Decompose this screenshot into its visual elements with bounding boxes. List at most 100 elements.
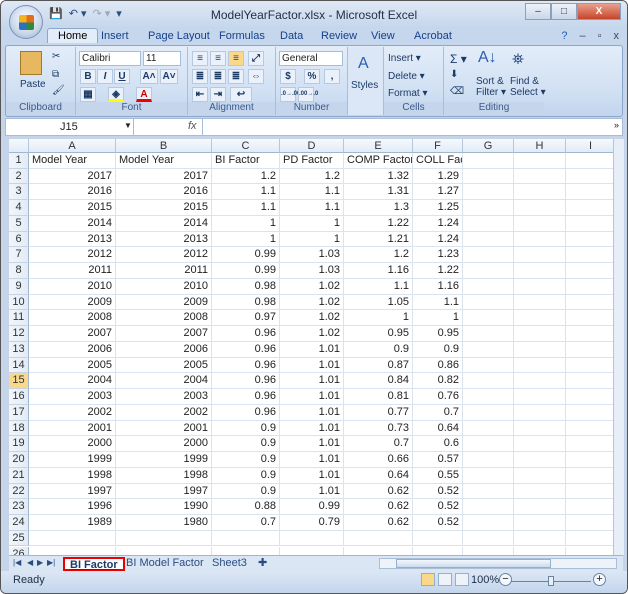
- cell-E3[interactable]: 1.31: [344, 184, 413, 201]
- tab-home[interactable]: Home: [47, 28, 99, 43]
- column-header-A[interactable]: A: [29, 139, 116, 153]
- cell-F14[interactable]: 0.86: [413, 357, 463, 374]
- cell-E19[interactable]: 0.7: [344, 436, 413, 453]
- cell-I5[interactable]: [566, 216, 613, 232]
- cell-G7[interactable]: [463, 247, 514, 264]
- cell-G6[interactable]: [463, 231, 514, 248]
- cell-H13[interactable]: [514, 341, 566, 358]
- cell-H7[interactable]: [514, 247, 566, 264]
- cell-A12[interactable]: 2007: [29, 326, 116, 342]
- cell-E8[interactable]: 1.16: [344, 263, 413, 279]
- cell-G24[interactable]: [463, 515, 514, 531]
- row-header[interactable]: 7: [9, 247, 29, 264]
- cell-E25[interactable]: [344, 530, 413, 547]
- cell-E20[interactable]: 0.66: [344, 452, 413, 468]
- percent-button[interactable]: %: [304, 69, 320, 84]
- cell-I15[interactable]: [566, 373, 613, 390]
- cell-G2[interactable]: [463, 168, 514, 185]
- cell-E12[interactable]: 0.95: [344, 326, 413, 342]
- format-painter-icon[interactable]: 🖌: [52, 85, 65, 96]
- cell-B25[interactable]: [116, 530, 212, 547]
- cell-G21[interactable]: [463, 467, 514, 484]
- cell-H8[interactable]: [514, 263, 566, 279]
- cell-I8[interactable]: [566, 263, 613, 279]
- cell-D4[interactable]: 1.1: [280, 200, 344, 216]
- cell-G8[interactable]: [463, 263, 514, 279]
- align-right-icon[interactable]: ≣: [228, 69, 244, 84]
- cell-H25[interactable]: [514, 530, 566, 547]
- cell-D3[interactable]: 1.1: [280, 184, 344, 201]
- cell-B3[interactable]: 2016: [116, 184, 212, 201]
- cell-I20[interactable]: [566, 452, 613, 468]
- cell-B10[interactable]: 2009: [116, 294, 212, 311]
- cell-D16[interactable]: 1.01: [280, 389, 344, 405]
- cell-A20[interactable]: 1999: [29, 452, 116, 468]
- cell-B7[interactable]: 2012: [116, 247, 212, 264]
- align-bottom-icon[interactable]: ≡: [228, 51, 244, 66]
- copy-icon[interactable]: ⧉: [52, 69, 59, 80]
- cell-H23[interactable]: [514, 499, 566, 515]
- cell-C20[interactable]: 0.9: [212, 452, 280, 468]
- cell-C26[interactable]: [212, 546, 280, 555]
- cell-C12[interactable]: 0.96: [212, 326, 280, 342]
- row-header[interactable]: 8: [9, 263, 29, 279]
- cell-H15[interactable]: [514, 373, 566, 390]
- cell-C2[interactable]: 1.2: [212, 168, 280, 185]
- cell-B9[interactable]: 2010: [116, 278, 212, 295]
- comma-button[interactable]: ,: [324, 69, 340, 84]
- row-header[interactable]: 6: [9, 231, 29, 248]
- clear-icon[interactable]: ⌫: [450, 86, 464, 97]
- cell-E7[interactable]: 1.2: [344, 247, 413, 264]
- prev-sheet-icon[interactable]: ◀: [27, 558, 33, 567]
- insert-function-button[interactable]: fx: [188, 120, 197, 132]
- cell-C15[interactable]: 0.96: [212, 373, 280, 390]
- cell-B13[interactable]: 2006: [116, 341, 212, 358]
- font-color-button[interactable]: A: [136, 87, 152, 102]
- cell-B19[interactable]: 2000: [116, 436, 212, 453]
- cell-G5[interactable]: [463, 215, 514, 232]
- sheet-tab-sheet3[interactable]: Sheet3: [207, 557, 252, 571]
- column-title-cell[interactable]: BI Factor: [212, 153, 280, 169]
- tab-review[interactable]: Review: [321, 30, 357, 42]
- styles-button[interactable]: Styles: [351, 80, 378, 91]
- cell-B12[interactable]: 2007: [116, 326, 212, 342]
- cell-A11[interactable]: 2008: [29, 310, 116, 327]
- column-title-cell[interactable]: PD Factor: [280, 153, 344, 169]
- cell-A6[interactable]: 2013: [29, 231, 116, 248]
- cell-A8[interactable]: 2011: [29, 263, 116, 279]
- merge-center-icon[interactable]: ⇔: [248, 69, 264, 84]
- cell-A24[interactable]: 1989: [29, 515, 116, 531]
- cell-G12[interactable]: [463, 326, 514, 342]
- column-header-F[interactable]: F: [413, 139, 463, 153]
- select-all-corner[interactable]: [9, 139, 29, 153]
- cell-E11[interactable]: 1: [344, 310, 413, 327]
- cell-D22[interactable]: 1.01: [280, 483, 344, 500]
- cell-H16[interactable]: [514, 389, 566, 405]
- vertical-scrollbar[interactable]: [613, 139, 624, 555]
- row-header[interactable]: 4: [9, 200, 29, 216]
- italic-button[interactable]: I: [97, 69, 113, 84]
- ribbon-minimize-icon[interactable]: –: [579, 30, 585, 42]
- formula-input[interactable]: [202, 119, 608, 135]
- cell-I1[interactable]: [566, 153, 613, 169]
- borders-icon[interactable]: ▦: [80, 87, 96, 102]
- row-header[interactable]: 18: [9, 420, 29, 437]
- paste-button[interactable]: Paste: [20, 79, 46, 90]
- column-header-H[interactable]: H: [514, 139, 566, 153]
- cell-E5[interactable]: 1.22: [344, 215, 413, 232]
- column-header-C[interactable]: C: [212, 139, 280, 153]
- cell-C22[interactable]: 0.9: [212, 483, 280, 500]
- cell-G15[interactable]: [463, 373, 514, 390]
- zoom-out-button[interactable]: −: [499, 573, 512, 586]
- cell-F5[interactable]: 1.24: [413, 215, 463, 232]
- cell-A3[interactable]: 2016: [29, 184, 116, 201]
- cell-F17[interactable]: 0.7: [413, 404, 463, 421]
- cell-I7[interactable]: [566, 247, 613, 264]
- cell-E17[interactable]: 0.77: [344, 404, 413, 421]
- wrap-text-icon[interactable]: ↩: [230, 87, 252, 102]
- cell-C25[interactable]: [212, 530, 280, 547]
- cell-B6[interactable]: 2013: [116, 231, 212, 248]
- cell-C17[interactable]: 0.96: [212, 404, 280, 421]
- cell-D18[interactable]: 1.01: [280, 420, 344, 437]
- align-middle-icon[interactable]: ≡: [210, 51, 226, 66]
